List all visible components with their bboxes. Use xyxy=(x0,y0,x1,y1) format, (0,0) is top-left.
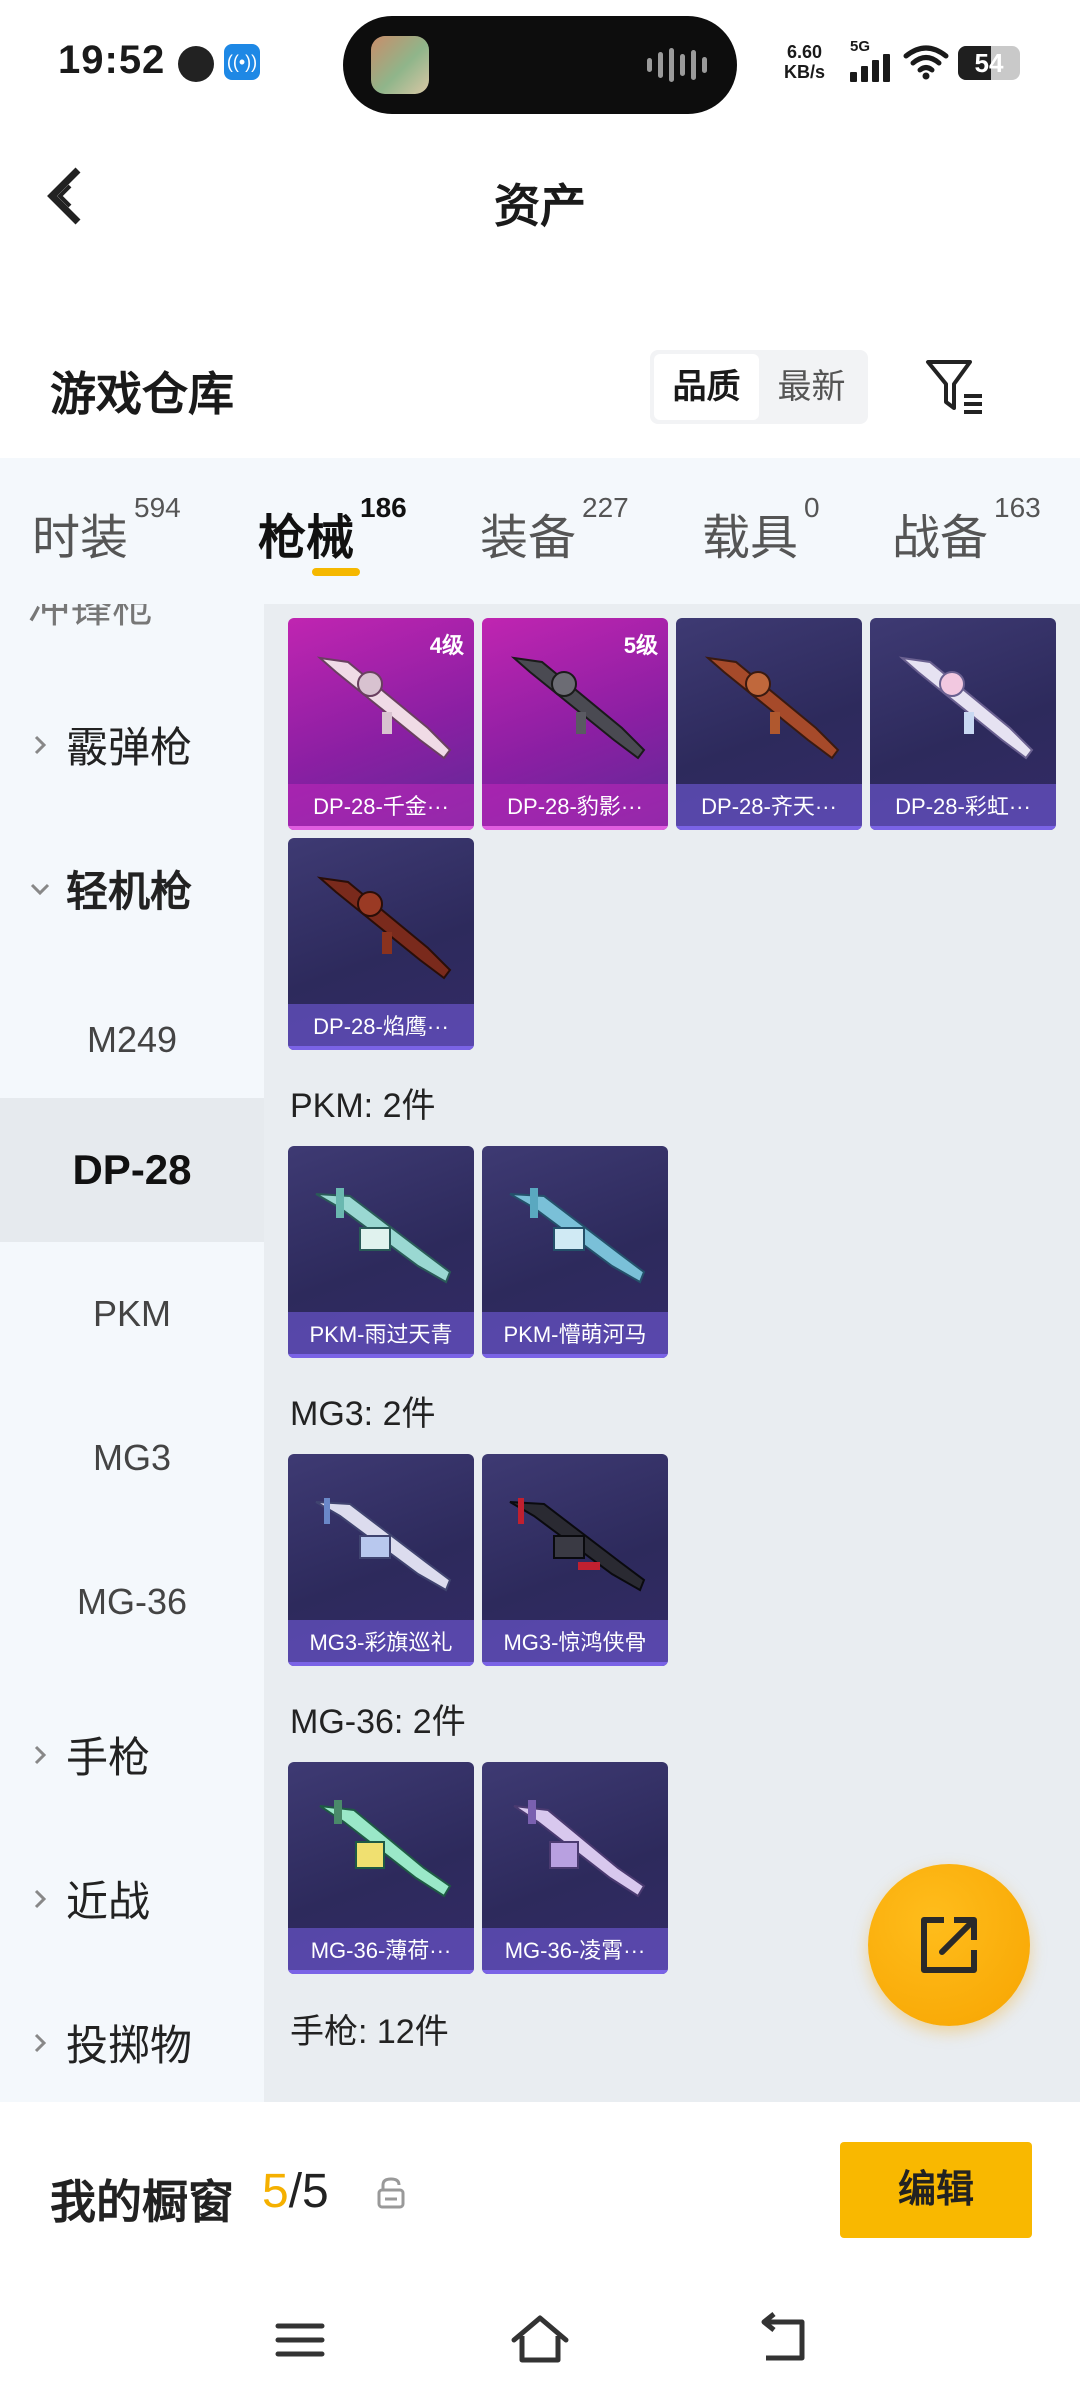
tab-equipment[interactable]: 装备227 xyxy=(480,492,629,568)
rifle-icon xyxy=(316,876,452,980)
sidebar-group-lmg[interactable]: 轻机枪 xyxy=(28,858,192,919)
weapon-card[interactable]: DP-28-焰鹰··· xyxy=(288,838,474,1050)
mg3-group-header: MG3: 2件 xyxy=(290,1395,436,1433)
share-icon xyxy=(921,1917,977,1973)
tab-supplies[interactable]: 战备163 xyxy=(892,492,1041,568)
lock-icon xyxy=(377,2177,405,2209)
chevron-right-icon xyxy=(34,1745,47,1764)
rifle-icon xyxy=(898,656,1034,760)
sidebar-item-mg36[interactable]: MG-36 xyxy=(0,1530,264,1674)
page-title: 资产 xyxy=(494,180,586,232)
audio-wave-icon xyxy=(647,48,707,82)
sidebar-group-melee[interactable]: 近战 xyxy=(28,1868,150,1929)
weapon-card[interactable]: DP-28-齐天··· xyxy=(676,618,862,830)
signal-bars-icon xyxy=(850,54,890,82)
weapon-card[interactable]: MG3-彩旗巡礼 xyxy=(288,1454,474,1666)
weapon-card[interactable]: 4级 DP-28-千金··· xyxy=(288,618,474,830)
weapon-card[interactable]: MG-36-薄荷··· xyxy=(288,1762,474,1974)
sidebar-item-dp28[interactable]: DP-28 xyxy=(0,1098,264,1242)
weapon-card[interactable]: DP-28-彩虹··· xyxy=(870,618,1056,830)
machine-gun-icon xyxy=(509,1498,646,1592)
active-tab-indicator xyxy=(312,568,360,576)
pistol-group-header: 手枪: 12件 xyxy=(290,2013,449,2051)
mg36-group-header: MG-36: 2件 xyxy=(290,1703,466,1741)
home-icon[interactable] xyxy=(510,2310,570,2370)
sort-quality-option[interactable]: 品质 xyxy=(654,354,759,420)
mg3-row: MG3-彩旗巡礼 MG3-惊鸿侠骨 xyxy=(288,1454,668,1666)
sidebar-item-pkm[interactable]: PKM xyxy=(0,1242,264,1386)
dynamic-island[interactable] xyxy=(343,16,737,114)
section-title: 游戏仓库 xyxy=(50,368,234,420)
pkm-group-header: PKM: 2件 xyxy=(290,1087,436,1125)
status-bar: 19:52 ((•)) 6.60 KB/s 5G 54 xyxy=(0,0,1080,120)
sidebar-item-m249[interactable]: M249 xyxy=(0,968,264,1112)
weapon-sidebar: 冲锋枪 霰弹枪 轻机枪 M249 DP-28 PKM MG3 MG-36 手枪 … xyxy=(0,604,264,2102)
machine-gun-icon xyxy=(315,1498,452,1592)
system-nav-bar xyxy=(0,2280,1080,2400)
dp28-row-1: 4级 DP-28-千金··· 5级 DP-28-豹影··· DP-28-齐天··… xyxy=(288,618,1056,830)
weapon-card[interactable]: MG-36-凌霄··· xyxy=(482,1762,668,1974)
edit-button[interactable]: 编辑 xyxy=(840,2142,1032,2238)
chevron-right-icon xyxy=(34,2033,47,2052)
network-speed: 6.60 KB/s xyxy=(784,42,826,82)
machine-gun-icon xyxy=(509,1188,646,1284)
battery-icon: 54 xyxy=(958,46,1020,80)
rifle-icon xyxy=(704,656,840,760)
sidebar-item-mg3[interactable]: MG3 xyxy=(0,1386,264,1530)
menu-icon[interactable] xyxy=(270,2310,330,2370)
broadcast-icon: ((•)) xyxy=(224,44,260,80)
dp28-row-2: DP-28-焰鹰··· xyxy=(288,838,474,1050)
weapon-card[interactable]: MG3-惊鸿侠骨 xyxy=(482,1454,668,1666)
tab-vehicles[interactable]: 载具0 xyxy=(702,492,820,568)
weapon-card[interactable]: 5级 DP-28-豹影··· xyxy=(482,618,668,830)
mg36-row: MG-36-薄荷··· MG-36-凌霄··· xyxy=(288,1762,668,1974)
chevron-right-icon xyxy=(34,735,47,754)
sort-toggle: 品质 最新 xyxy=(650,350,868,424)
sidebar-group-shotgun[interactable]: 霰弹枪 xyxy=(28,714,192,775)
machine-gun-icon xyxy=(315,1188,452,1284)
pkm-row: PKM-雨过天青 PKM-懵萌河马 xyxy=(288,1146,668,1358)
tab-firearms[interactable]: 枪械186 xyxy=(258,492,407,568)
tab-fashion[interactable]: 时装594 xyxy=(32,492,181,568)
sort-latest-option[interactable]: 最新 xyxy=(759,354,864,420)
rifle-icon xyxy=(316,656,452,760)
category-tabs: 时装594 枪械186 装备227 载具0 战备163 xyxy=(0,458,1080,604)
media-thumbnail xyxy=(371,36,429,94)
chevron-right-icon xyxy=(34,1889,47,1908)
rifle-icon xyxy=(510,656,646,760)
weapon-card[interactable]: PKM-懵萌河马 xyxy=(482,1146,668,1358)
rifle-icon xyxy=(513,1800,646,1898)
rifle-icon xyxy=(319,1800,452,1898)
filter-icon[interactable] xyxy=(924,356,986,418)
notification-icon xyxy=(178,46,214,82)
share-button[interactable] xyxy=(868,1864,1030,2026)
chevron-down-icon xyxy=(30,883,50,895)
sidebar-group-pistol[interactable]: 手枪 xyxy=(28,1724,150,1785)
sidebar-group-throwable[interactable]: 投掷物 xyxy=(28,2012,192,2073)
sidebar-item-cut[interactable]: 冲锋枪 xyxy=(28,604,154,635)
back-icon[interactable] xyxy=(752,2310,812,2370)
showcase-label: 我的橱窗 xyxy=(50,2176,234,2228)
showcase-count: 5/5 xyxy=(262,2165,329,2218)
wifi-icon xyxy=(903,45,949,80)
weapon-card[interactable]: PKM-雨过天青 xyxy=(288,1146,474,1358)
status-time: 19:52 xyxy=(58,38,166,82)
